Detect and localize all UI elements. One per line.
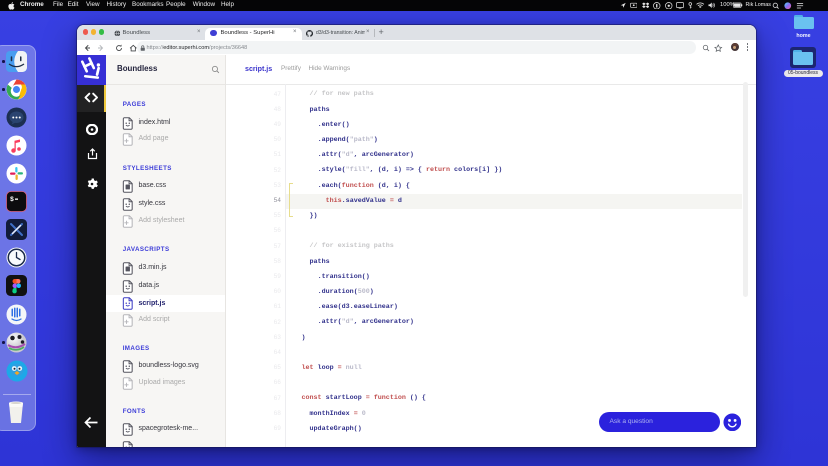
svg-text:$: $	[10, 196, 14, 203]
